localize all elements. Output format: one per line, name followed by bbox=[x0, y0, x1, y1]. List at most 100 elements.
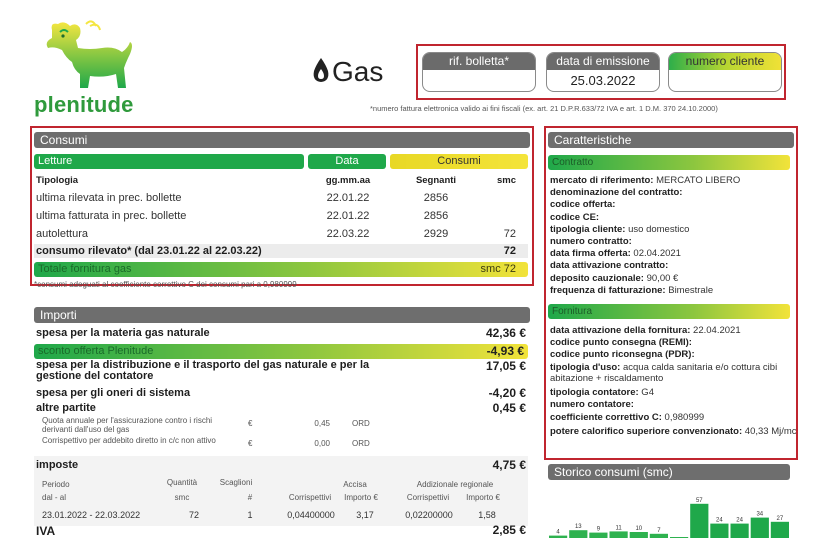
contratto-row: mercato di riferimento: MERCATO LIBERO bbox=[550, 175, 740, 186]
fornitura-key: tipologia contatore: bbox=[550, 387, 639, 398]
tbl-periodo: Periodo bbox=[42, 480, 70, 489]
cell-quantita: 72 bbox=[188, 510, 199, 520]
partita-currency: € bbox=[248, 439, 253, 448]
distribuzione-label: spesa per la distribuzione e il trasport… bbox=[36, 359, 370, 382]
totale-fornitura-value: smc 72 bbox=[480, 263, 516, 275]
fornitura-key: coefficiente correttivo C: bbox=[550, 412, 662, 423]
product-title: Gas bbox=[312, 56, 383, 90]
contratto-value: Bimestrale bbox=[665, 284, 714, 296]
partita-currency: € bbox=[248, 419, 253, 428]
fornitura-key: codice punto riconsegna (PDR): bbox=[550, 349, 695, 360]
cell-imp-add: 1,58 bbox=[478, 510, 496, 520]
tipologia-cell: autolettura bbox=[36, 228, 88, 240]
tbl-corrispettivi-accisa: Corrispettivi bbox=[288, 493, 332, 502]
storico-bar-label: 34 bbox=[756, 512, 763, 518]
tbl-scaglioni: Scaglioni bbox=[219, 478, 253, 487]
storico-bar bbox=[710, 523, 729, 538]
storico-bar-label: 11 bbox=[615, 525, 622, 531]
imposte-value: 4,75 € bbox=[492, 458, 526, 472]
rif-bolletta-field: rif. bolletta* bbox=[422, 52, 536, 92]
contratto-key: data attivazione contratto: bbox=[550, 260, 669, 272]
imposte-label: imposte bbox=[36, 459, 79, 471]
fornitura-value: 40,33 Mj/mc bbox=[742, 426, 797, 437]
partita-amount: 0,00 bbox=[314, 439, 330, 448]
consumo-rilevato-label: consumo rilevato* (dal 23.01.22 al 22.03… bbox=[36, 245, 262, 257]
contratto-value: MERCATO LIBERO bbox=[653, 175, 741, 186]
data-emissione-field: data di emissione 25.03.2022 bbox=[546, 52, 660, 92]
fornitura-row: codice punto consegna (REMI): bbox=[550, 337, 692, 348]
contratto-key: mercato di riferimento: bbox=[550, 175, 654, 186]
storico-bar bbox=[770, 521, 789, 538]
storico-bar bbox=[730, 523, 749, 538]
totale-fornitura-label: Totale fornitura gas bbox=[38, 263, 132, 275]
consumi-bar: Consumi bbox=[390, 154, 528, 169]
materia-value: 42,36 € bbox=[485, 326, 526, 340]
dog-logo-icon bbox=[46, 20, 132, 88]
fornitura-row: potere calorifico superiore convenzionat… bbox=[550, 426, 797, 437]
fornitura-bar: Fornitura bbox=[548, 304, 790, 319]
contratto-key: codice CE: bbox=[550, 211, 600, 223]
fornitura-row: coefficiente correttivo C: 0,980999 bbox=[550, 412, 704, 423]
contratto-key: frequenza di fatturazione: bbox=[550, 284, 666, 296]
storico-bar-label: 27 bbox=[777, 516, 784, 522]
storico-bar-label: 4 bbox=[556, 530, 560, 536]
tbl-smc: smc bbox=[174, 493, 190, 502]
materia-label: spesa per la materia gas naturale bbox=[36, 327, 210, 339]
fornitura-row: data attivazione della fornitura: 22.04.… bbox=[550, 325, 741, 336]
segnanti-cell: 2856 bbox=[423, 192, 449, 204]
contratto-row: codice CE: bbox=[550, 212, 599, 223]
tbl-corrispettivi-add: Corrispettivi bbox=[406, 493, 450, 502]
fornitura-row: codice punto riconsegna (PDR): bbox=[550, 349, 695, 360]
cell-imp-accisa: 3,17 bbox=[356, 510, 374, 520]
fornitura-key: potere calorifico superiore convenzionat… bbox=[550, 426, 743, 437]
contratto-key: data firma offerta: bbox=[550, 248, 631, 260]
tbl-dal-al: dal - al bbox=[42, 493, 67, 502]
contratto-key: denominazione del contratto: bbox=[550, 187, 683, 199]
data-cell: 22.03.22 bbox=[326, 228, 370, 240]
segnanti-cell: 2929 bbox=[423, 228, 449, 240]
fornitura-row: numero contatore: bbox=[550, 399, 634, 410]
rif-bolletta-label: rif. bolletta* bbox=[423, 53, 535, 70]
storico-bar bbox=[690, 503, 709, 538]
partita-code: ORD bbox=[352, 419, 370, 428]
storico-bar-label: 13 bbox=[575, 524, 582, 530]
storico-bar-label: 57 bbox=[696, 498, 703, 504]
contratto-row: denominazione del contratto: bbox=[550, 187, 682, 198]
contratto-value: 90,00 € bbox=[643, 272, 679, 284]
contratto-key: tipologia cliente: bbox=[550, 223, 626, 235]
fornitura-row: tipologia contatore: G4 bbox=[550, 387, 654, 398]
bill-reference-box: rif. bolletta* data di emissione 25.03.2… bbox=[416, 44, 786, 100]
storico-bar bbox=[549, 535, 568, 538]
altre-label: altre partite bbox=[36, 402, 96, 414]
segnanti-cell: 2856 bbox=[423, 210, 449, 222]
fornitura-key: codice punto consegna (REMI): bbox=[550, 337, 692, 348]
numero-cliente-label: numero cliente bbox=[669, 53, 781, 70]
storico-bar-label: 9 bbox=[597, 527, 601, 533]
consumo-rilevato-value: 72 bbox=[503, 245, 516, 257]
sconto-value: -4,93 € bbox=[486, 344, 524, 358]
consumi-title: Consumi bbox=[34, 132, 530, 148]
fornitura-row: tipologia d'uso: acqua calda sanitaria e… bbox=[550, 362, 786, 384]
storico-title: Storico consumi (smc) bbox=[548, 464, 790, 480]
flame-icon bbox=[312, 57, 330, 90]
sconto-bar: sconto offerta Plenitude -4,93 € bbox=[34, 344, 528, 359]
storico-bar bbox=[609, 531, 628, 538]
contratto-row: codice offerta: bbox=[550, 199, 615, 210]
contratto-value: 02.04.2021 bbox=[630, 248, 681, 260]
col-smc: smc bbox=[496, 175, 516, 186]
smc-cell: 72 bbox=[503, 228, 516, 240]
numero-cliente-value bbox=[669, 70, 781, 91]
partita-desc: Quota annuale per l'assicurazione contro… bbox=[42, 416, 213, 434]
data-cell: 22.01.22 bbox=[326, 210, 370, 222]
fornitura-key: tipologia d'uso: bbox=[550, 362, 621, 373]
sconto-label: sconto offerta Plenitude bbox=[38, 345, 154, 357]
cell-corr-add: 0,02200000 bbox=[405, 510, 453, 520]
contratto-row: deposito cauzionale: 90,00 € bbox=[550, 273, 678, 284]
fornitura-value: 0,980999 bbox=[661, 412, 705, 423]
cell-scaglioni: 1 bbox=[247, 510, 253, 520]
fornitura-key: numero contatore: bbox=[550, 399, 634, 410]
tipologia-cell: ultima fatturata in prec. bollette bbox=[36, 210, 187, 222]
contratto-row: tipologia cliente: uso domestico bbox=[550, 224, 689, 235]
consumi-footnote: *consumi adeguati al coefficiente corret… bbox=[34, 280, 297, 289]
data-bar: Data bbox=[308, 154, 386, 169]
